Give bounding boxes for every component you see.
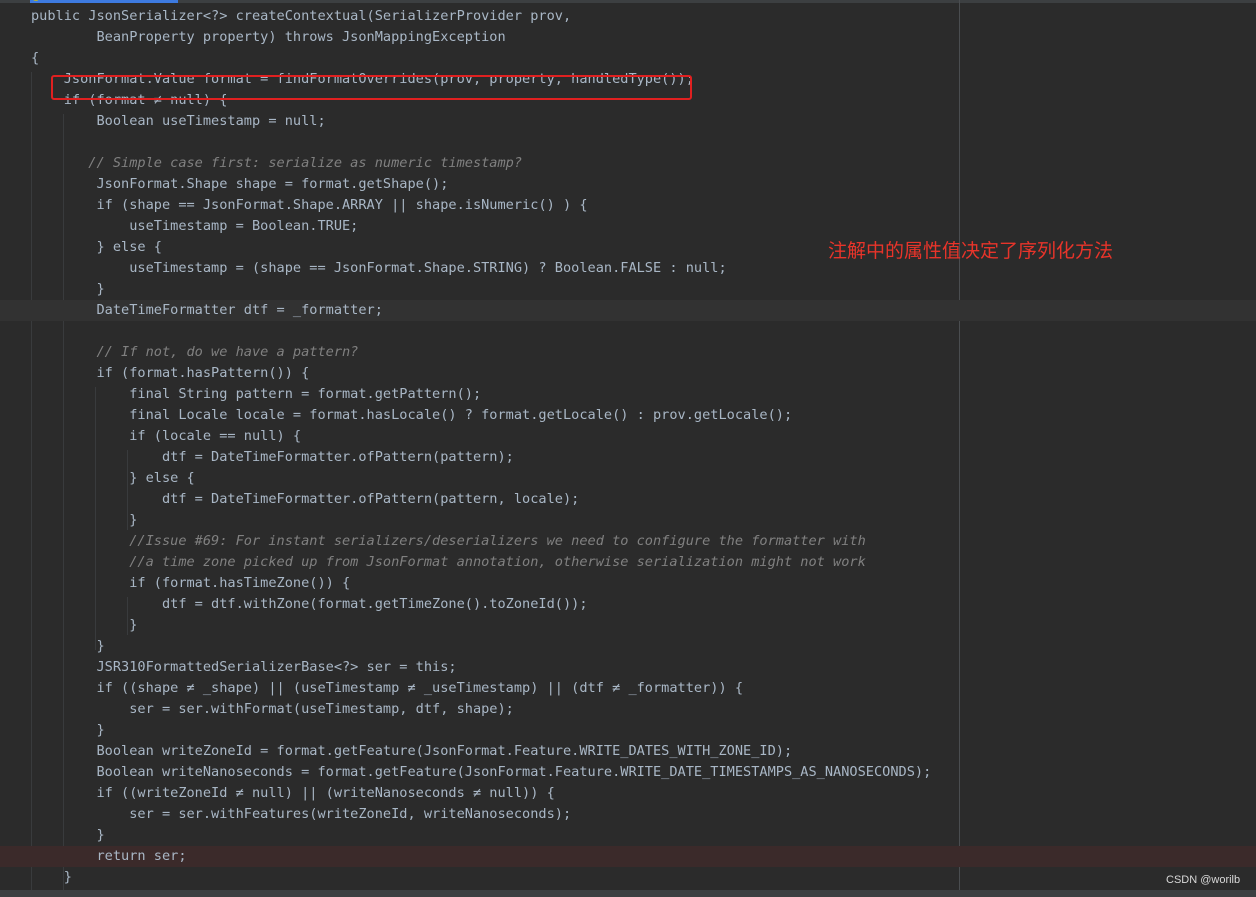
code-line[interactable]: public JsonSerializer<?> createContextua… [0,6,1256,27]
code-line[interactable]: } [0,825,1256,846]
watermark: CSDN @worilb [1166,874,1241,886]
code-line[interactable]: } [0,615,1256,636]
code-line-text: useTimestamp = Boolean.TRUE; [31,218,359,234]
code-line[interactable]: //Issue #69: For instant serializers/des… [0,531,1256,552]
code-line[interactable]: } [0,279,1256,300]
code-line-text: DateTimeFormatter dtf = _formatter; [31,302,383,318]
code-line[interactable]: BeanProperty property) throws JsonMappin… [0,27,1256,48]
code-line[interactable]: dtf = dtf.withZone(format.getTimeZone().… [0,594,1256,615]
code-line[interactable]: Boolean writeZoneId = format.getFeature(… [0,741,1256,762]
code-line[interactable]: if (shape == JsonFormat.Shape.ARRAY || s… [0,195,1256,216]
code-line[interactable]: } [0,636,1256,657]
code-line-text: final String pattern = format.getPattern… [31,386,482,402]
highlight-box [51,75,692,100]
code-line-text: } [31,638,105,654]
code-line[interactable]: if ((writeZoneId ≠ null) || (writeNanose… [0,783,1256,804]
code-line-text: //Issue #69: For instant serializers/des… [31,533,866,549]
code-line-text: } else { [31,239,162,255]
code-line-text: JSR310FormattedSerializerBase<?> ser = t… [31,659,457,675]
code-line[interactable]: final Locale locale = format.hasLocale()… [0,405,1256,426]
code-line[interactable]: dtf = DateTimeFormatter.ofPattern(patter… [0,489,1256,510]
code-line-text: //a time zone picked up from JsonFormat … [31,554,866,570]
code-line[interactable]: useTimestamp = Boolean.TRUE; [0,216,1256,237]
code-line-text: } [31,827,105,843]
code-line[interactable]: if (locale == null) { [0,426,1256,447]
code-line-text: } [31,722,105,738]
code-line[interactable]: // Simple case first: serialize as numer… [0,153,1256,174]
code-line-text: JsonFormat.Shape shape = format.getShape… [31,176,449,192]
code-line[interactable] [0,321,1256,342]
code-line-text: } [31,617,138,633]
code-line[interactable]: JSR310FormattedSerializerBase<?> ser = t… [0,657,1256,678]
code-line-text: // Simple case first: serialize as numer… [31,155,523,171]
code-line-text: } [31,869,72,885]
code-line-text: dtf = DateTimeFormatter.ofPattern(patter… [31,449,514,465]
code-line[interactable]: } else { [0,468,1256,489]
code-line[interactable]: ser = ser.withFormat(useTimestamp, dtf, … [0,699,1256,720]
code-line[interactable]: } [0,867,1256,888]
code-line-text: if (locale == null) { [31,428,302,444]
code-line[interactable]: //a time zone picked up from JsonFormat … [0,552,1256,573]
code-line-text: if (format.hasPattern()) { [31,365,310,381]
code-line-text: { [31,50,40,66]
code-line[interactable] [0,132,1256,153]
annotation-text: 注解中的属性值决定了序列化方法 [828,240,1114,262]
code-line[interactable]: } [0,720,1256,741]
code-line-text: } else { [31,470,195,486]
code-line-text: if (format.hasTimeZone()) { [31,575,351,591]
code-line[interactable]: if ((shape ≠ _shape) || (useTimestamp ≠ … [0,678,1256,699]
editor-bottom-bar [0,890,1256,897]
code-line-text: Boolean writeZoneId = format.getFeature(… [31,743,793,759]
code-line[interactable]: { [0,48,1256,69]
code-line-text: final Locale locale = format.hasLocale()… [31,407,793,423]
code-line[interactable]: JsonFormat.Shape shape = format.getShape… [0,174,1256,195]
code-line-text: dtf = dtf.withZone(format.getTimeZone().… [31,596,588,612]
code-line[interactable]: dtf = DateTimeFormatter.ofPattern(patter… [0,447,1256,468]
code-line-text: return ser; [31,848,187,864]
code-line[interactable]: ser = ser.withFeatures(writeZoneId, writ… [0,804,1256,825]
code-line[interactable]: // If not, do we have a pattern? [0,342,1256,363]
code-line-text: ser = ser.withFormat(useTimestamp, dtf, … [31,701,514,717]
code-line-text: // If not, do we have a pattern? [31,344,359,360]
code-editor[interactable]: @Overridepublic JsonSerializer<?> create… [0,0,1256,897]
code-line[interactable]: DateTimeFormatter dtf = _formatter; [0,300,1256,321]
code-line-text: BeanProperty property) throws JsonMappin… [31,29,506,45]
code-line[interactable]: Boolean writeNanoseconds = format.getFea… [0,762,1256,783]
code-line-text: ser = ser.withFeatures(writeZoneId, writ… [31,806,572,822]
code-line-text: } [31,512,138,528]
code-line-text: } [31,281,105,297]
code-line[interactable]: if (format.hasPattern()) { [0,363,1256,384]
code-line-text: Boolean writeNanoseconds = format.getFea… [31,764,932,780]
code-line-text: if (shape == JsonFormat.Shape.ARRAY || s… [31,197,588,213]
code-line-text: Boolean useTimestamp = null; [31,113,326,129]
code-line[interactable]: return ser; [0,846,1256,867]
code-line-text: useTimestamp = (shape == JsonFormat.Shap… [31,260,727,276]
code-line[interactable]: Boolean useTimestamp = null; [0,111,1256,132]
code-line[interactable]: } [0,510,1256,531]
code-line-text: if ((shape ≠ _shape) || (useTimestamp ≠ … [31,680,744,696]
code-line[interactable]: if (format.hasTimeZone()) { [0,573,1256,594]
code-line-text: public JsonSerializer<?> createContextua… [31,8,572,24]
code-line[interactable]: final String pattern = format.getPattern… [0,384,1256,405]
code-line-text: if ((writeZoneId ≠ null) || (writeNanose… [31,785,555,801]
code-line-text: dtf = DateTimeFormatter.ofPattern(patter… [31,491,580,507]
